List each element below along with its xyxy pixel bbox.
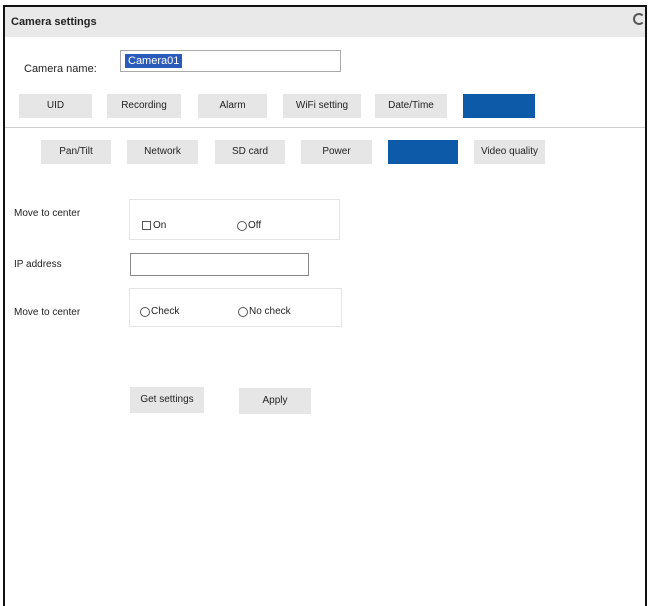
option-check-label: Check [151,306,180,317]
option-no-check-label: No check [249,306,291,317]
off-radio[interactable] [237,220,247,231]
tab-uid[interactable]: UID [19,94,92,118]
subtab-sd-card[interactable]: SD card [215,140,285,164]
tab-wifi-setting[interactable]: WiFi setting [283,94,361,118]
move-to-center-check-label: Move to center [14,307,81,318]
subtab-network[interactable]: Network [127,140,198,164]
camera-name-input[interactable]: Camera01 [120,50,341,72]
move-to-center-check-group: Check No check [129,288,342,327]
option-off[interactable]: Off [237,220,261,231]
ip-address-label: IP address [14,259,62,270]
close-icon[interactable] [633,13,645,25]
subtab-power[interactable]: Power [301,140,372,164]
option-check[interactable]: Check [140,306,179,317]
apply-button[interactable]: Apply [239,388,311,414]
subtab-pan-tilt[interactable]: Pan/Tilt [41,140,111,164]
option-no-check[interactable]: No check [238,306,291,317]
camera-name-value: Camera01 [125,54,183,68]
check-radio[interactable] [140,306,150,317]
ip-address-input[interactable] [130,253,309,276]
no-check-radio[interactable] [238,306,248,317]
tab-advanced[interactable]: Advanced [463,94,535,118]
window-title: Camera settings [11,16,97,28]
move-to-center-label: Move to center [14,208,81,219]
option-on[interactable]: On [142,220,166,231]
move-to-center-group: On Off [129,199,340,240]
get-settings-button[interactable]: Get settings [130,387,204,413]
camera-name-label: Camera name: [24,63,97,75]
tab-recording[interactable]: Recording [107,94,181,118]
on-checkbox[interactable] [142,221,151,230]
option-off-label: Off [248,220,262,231]
option-on-label: On [153,220,167,231]
title-bar: Camera settings [5,7,645,37]
subtab-video-quality[interactable]: Video quality [474,140,545,164]
camera-settings-window: Camera settings Camera name: Camera01 UI… [3,5,647,606]
tab-date-time[interactable]: Date/Time [375,94,447,118]
subtab-scroll[interactable]: Scroll [388,140,458,164]
tab-alarm[interactable]: Alarm [198,94,267,118]
tab-divider [5,127,645,128]
